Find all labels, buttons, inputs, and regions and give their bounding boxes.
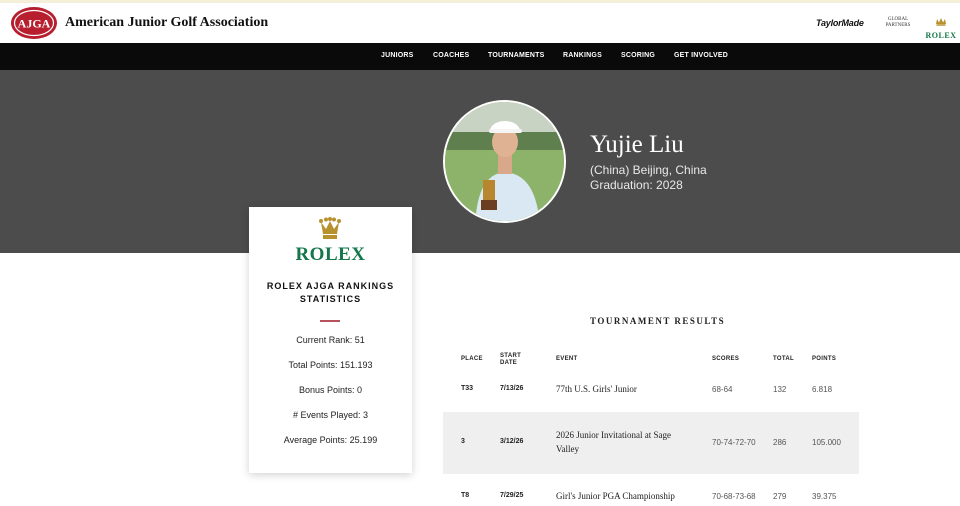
rolex-sponsor-logo[interactable]: ROLEX xyxy=(924,13,958,40)
crown-icon xyxy=(936,18,946,26)
stat-bonus-points: Bonus Points: 0 xyxy=(298,385,363,395)
col-place: PLACE xyxy=(461,356,483,362)
global-partners-label: GLOBAL PARTNERS xyxy=(885,17,911,28)
cell-date: 7/29/25 xyxy=(500,492,524,499)
nav-scoring[interactable]: SCORING xyxy=(621,52,655,59)
nav-rankings[interactable]: RANKINGS xyxy=(563,52,602,59)
player-avatar xyxy=(443,100,566,223)
cell-date: 3/12/26 xyxy=(500,438,524,445)
col-start-date-line2: DATE xyxy=(500,360,518,366)
site-header: AJGA American Junior Golf Association Ta… xyxy=(0,3,960,43)
rolex-wordmark: ROLEX xyxy=(295,244,366,265)
results-title: TOURNAMENT RESULTS xyxy=(590,316,726,326)
cell-event-line1: 2026 Junior Invitational at Sage xyxy=(556,430,671,440)
player-location: (China) Beijing, China xyxy=(590,163,707,177)
cell-event[interactable]: Girl's Junior PGA Championship xyxy=(556,489,675,503)
cell-total: 286 xyxy=(773,438,787,447)
nav-get-involved[interactable]: GET INVOLVED xyxy=(674,52,728,59)
ajga-logo[interactable]: AJGA xyxy=(10,6,58,40)
taylormade-logo[interactable]: TaylorMade xyxy=(816,18,864,28)
stat-current-rank: Current Rank: 51 xyxy=(296,335,365,345)
title-divider xyxy=(320,320,340,322)
cell-points: 39.375 xyxy=(812,492,837,501)
col-event: EVENT xyxy=(556,356,578,362)
cell-place: T8 xyxy=(461,492,470,499)
cell-event[interactable]: 77th U.S. Girls' Junior xyxy=(556,382,637,396)
cell-points: 6.818 xyxy=(812,385,833,394)
cell-event[interactable]: 2026 Junior Invitational at Sage Valley xyxy=(556,428,671,456)
nav-coaches[interactable]: COACHES xyxy=(433,52,469,59)
col-scores: SCORES xyxy=(712,356,740,362)
player-photo xyxy=(445,102,564,221)
stat-average-points: Average Points: 25.199 xyxy=(283,435,378,445)
rankings-stats-card: ROLEX ROLEX AJGA RANKINGS STATISTICS Cur… xyxy=(249,207,412,473)
stat-total-points: Total Points: 151.193 xyxy=(288,360,373,370)
rolex-wordmark-small: ROLEX xyxy=(925,31,957,40)
brand-name[interactable]: American Junior Golf Association xyxy=(65,15,268,31)
logo-text: AJGA xyxy=(18,17,51,31)
crown-icon xyxy=(319,217,341,239)
cell-scores: 70-74-72-70 xyxy=(712,438,756,447)
cell-total: 132 xyxy=(773,385,787,394)
stats-card-title: ROLEX AJGA RANKINGS STATISTICS xyxy=(266,281,395,304)
cell-date: 7/13/26 xyxy=(500,385,524,392)
nav-juniors[interactable]: JUNIORS xyxy=(381,52,414,59)
nav-tournaments[interactable]: TOURNAMENTS xyxy=(488,52,545,59)
cell-points: 105.000 xyxy=(812,438,841,447)
cell-place: T33 xyxy=(461,385,474,392)
col-total: TOTAL xyxy=(773,356,794,362)
cell-total: 279 xyxy=(773,492,787,501)
col-start-date-line1: START xyxy=(500,353,522,359)
cell-place: 3 xyxy=(461,438,465,445)
cell-event-line2: Valley xyxy=(556,444,579,454)
cell-scores: 70-68-73-68 xyxy=(712,492,756,501)
stat-events-played: # Events Played: 3 xyxy=(292,410,369,420)
cell-scores: 68-64 xyxy=(712,385,733,394)
player-name: Yujie Liu xyxy=(590,131,684,158)
col-points: POINTS xyxy=(812,356,837,362)
main-nav: JUNIORS COACHES TOURNAMENTS RANKINGS SCO… xyxy=(0,43,960,70)
col-start-date: START DATE xyxy=(500,353,521,367)
player-graduation: Graduation: 2028 xyxy=(590,178,683,192)
